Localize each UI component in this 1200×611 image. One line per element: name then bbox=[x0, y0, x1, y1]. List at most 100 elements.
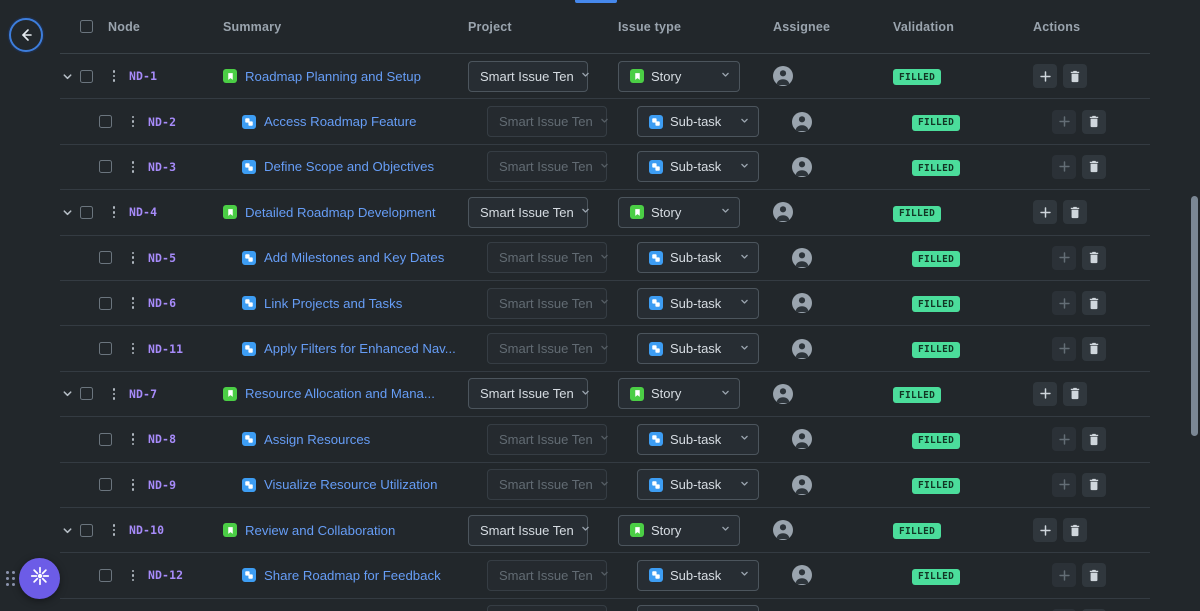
project-select[interactable]: Smart Issue Ten bbox=[487, 106, 608, 138]
issue-type-select[interactable]: Sub-task bbox=[637, 287, 759, 319]
project-select[interactable]: Smart Issue Ten bbox=[468, 378, 589, 410]
user-avatar-icon[interactable] bbox=[773, 202, 793, 223]
drag-dots-icon[interactable] bbox=[127, 251, 139, 264]
delete-row-button[interactable] bbox=[1082, 154, 1106, 179]
drag-dots-icon[interactable] bbox=[127, 342, 139, 355]
summary-link[interactable]: Detailed Roadmap Development bbox=[245, 205, 436, 220]
user-avatar-icon[interactable] bbox=[792, 565, 812, 586]
user-avatar-icon[interactable] bbox=[792, 293, 812, 314]
table-row[interactable]: ND-9 Visualize Resource Utilization Smar… bbox=[60, 463, 1150, 508]
table-row[interactable]: ND-3 Define Scope and Objectives Smart I… bbox=[60, 145, 1150, 191]
add-child-button[interactable] bbox=[1052, 563, 1076, 588]
project-select[interactable]: Smart Issue Ten bbox=[487, 605, 607, 611]
add-child-button[interactable] bbox=[1052, 109, 1076, 134]
table-row[interactable]: ND-4 Detailed Roadmap Development Smart … bbox=[60, 190, 1150, 236]
delete-row-button[interactable] bbox=[1082, 427, 1106, 452]
issue-type-select[interactable]: Story bbox=[618, 60, 740, 92]
project-select[interactable]: Smart Issue Ten bbox=[487, 469, 608, 501]
table-row[interactable]: ND-11 Apply Filters for Enhanced Nav... … bbox=[60, 326, 1150, 372]
drag-dots-icon[interactable] bbox=[127, 433, 139, 446]
drag-dots-icon[interactable] bbox=[127, 569, 139, 582]
chevron-down-icon[interactable] bbox=[60, 69, 74, 83]
project-select[interactable]: Smart Issue Ten bbox=[487, 287, 608, 319]
issue-type-select[interactable]: Sub-task bbox=[637, 151, 759, 183]
user-avatar-icon[interactable] bbox=[792, 247, 812, 268]
summary-link[interactable]: Add Milestones and Key Dates bbox=[264, 250, 444, 265]
table-row[interactable]: ND-10 Review and Collaboration Smart Iss… bbox=[60, 508, 1150, 554]
project-select[interactable]: Smart Issue Ten bbox=[468, 196, 589, 228]
issue-type-select[interactable]: Sub-task bbox=[637, 559, 759, 591]
add-child-button[interactable] bbox=[1052, 154, 1076, 179]
add-child-button[interactable] bbox=[1033, 64, 1057, 89]
add-child-button[interactable] bbox=[1052, 291, 1076, 316]
summary-link[interactable]: Assign Resources bbox=[264, 432, 370, 447]
issue-type-select[interactable]: Sub-task bbox=[637, 106, 759, 138]
drag-dots-icon[interactable] bbox=[108, 70, 120, 83]
issue-type-select[interactable]: Sub-task bbox=[637, 423, 759, 455]
user-avatar-icon[interactable] bbox=[792, 338, 812, 359]
back-button[interactable] bbox=[9, 18, 43, 52]
project-select[interactable]: Smart Issue Ten bbox=[468, 60, 589, 92]
vertical-scrollbar-thumb[interactable] bbox=[1191, 196, 1198, 436]
add-child-button[interactable] bbox=[1052, 245, 1076, 270]
user-avatar-icon[interactable] bbox=[792, 156, 812, 177]
drag-dots-icon[interactable] bbox=[127, 161, 139, 173]
vertical-scrollbar-track[interactable] bbox=[1190, 0, 1200, 611]
drag-grip-icon[interactable] bbox=[6, 571, 15, 586]
add-child-button[interactable] bbox=[1052, 336, 1076, 361]
row-checkbox[interactable] bbox=[80, 205, 93, 219]
issue-type-select[interactable]: Story bbox=[618, 196, 740, 228]
drag-dots-icon[interactable] bbox=[108, 524, 120, 536]
table-row[interactable]: ND-7 Resource Allocation and Mana... Sma… bbox=[60, 372, 1150, 418]
delete-row-button[interactable] bbox=[1082, 336, 1106, 361]
delete-row-button[interactable] bbox=[1063, 64, 1087, 89]
project-select[interactable]: Smart Issue Ten bbox=[487, 559, 608, 591]
project-select[interactable]: Smart Issue Ten bbox=[487, 333, 608, 365]
drag-dots-icon[interactable] bbox=[108, 388, 120, 400]
add-child-button[interactable] bbox=[1033, 200, 1057, 225]
chevron-down-icon[interactable] bbox=[60, 523, 74, 537]
user-avatar-icon[interactable] bbox=[773, 383, 793, 404]
user-avatar-icon[interactable] bbox=[792, 111, 812, 132]
user-avatar-icon[interactable] bbox=[773, 520, 793, 541]
project-select[interactable]: Smart Issue Ten bbox=[487, 151, 608, 183]
add-child-button[interactable] bbox=[1052, 427, 1076, 452]
row-checkbox[interactable] bbox=[80, 69, 93, 83]
summary-link[interactable]: Access Roadmap Feature bbox=[264, 114, 416, 129]
delete-row-button[interactable] bbox=[1082, 472, 1106, 497]
delete-row-button[interactable] bbox=[1082, 109, 1106, 134]
drag-dots-icon[interactable] bbox=[127, 297, 139, 310]
table-row[interactable]: ND-1 Roadmap Planning and Setup Smart Is… bbox=[60, 54, 1150, 100]
delete-row-button[interactable] bbox=[1082, 563, 1106, 588]
table-row[interactable]: ND-6 Link Projects and Tasks Smart Issue… bbox=[60, 281, 1150, 327]
table-row[interactable]: ND-2 Access Roadmap Feature Smart Issue … bbox=[60, 99, 1150, 145]
select-all-checkbox[interactable] bbox=[80, 20, 93, 33]
table-row[interactable]: ND-5 Add Milestones and Key Dates Smart … bbox=[60, 236, 1150, 281]
summary-link[interactable]: Visualize Resource Utilization bbox=[264, 477, 437, 492]
issue-type-select[interactable]: Sub-task bbox=[637, 605, 759, 611]
issue-type-select[interactable]: Sub-task bbox=[637, 333, 759, 365]
project-select[interactable]: Smart Issue Ten bbox=[468, 514, 589, 546]
summary-link[interactable]: Review and Collaboration bbox=[245, 523, 395, 538]
project-select[interactable]: Smart Issue Ten bbox=[487, 423, 608, 455]
drag-dots-icon[interactable] bbox=[108, 206, 120, 219]
chevron-down-icon[interactable] bbox=[60, 205, 74, 219]
delete-row-button[interactable] bbox=[1063, 200, 1087, 225]
delete-row-button[interactable] bbox=[1082, 245, 1106, 270]
table-row[interactable]: ND-8 Assign Resources Smart Issue Ten Su… bbox=[60, 417, 1150, 463]
issue-type-select[interactable]: Story bbox=[618, 514, 740, 546]
table-row[interactable]: Smart Issue Ten Sub-task FILLED bbox=[60, 599, 1150, 611]
summary-link[interactable]: Apply Filters for Enhanced Nav... bbox=[264, 341, 456, 356]
project-select[interactable]: Smart Issue Ten bbox=[487, 242, 608, 274]
row-checkbox[interactable] bbox=[80, 387, 93, 401]
add-child-button[interactable] bbox=[1033, 381, 1057, 406]
summary-link[interactable]: Roadmap Planning and Setup bbox=[245, 69, 421, 84]
user-avatar-icon[interactable] bbox=[792, 429, 812, 450]
summary-link[interactable]: Link Projects and Tasks bbox=[264, 296, 402, 311]
delete-row-button[interactable] bbox=[1063, 518, 1087, 543]
issue-type-select[interactable]: Story bbox=[618, 378, 740, 410]
table-row[interactable]: ND-12 Share Roadmap for Feedback Smart I… bbox=[60, 553, 1150, 599]
issue-type-select[interactable]: Sub-task bbox=[637, 242, 759, 274]
summary-link[interactable]: Define Scope and Objectives bbox=[264, 159, 434, 174]
assistant-button[interactable] bbox=[19, 558, 60, 599]
